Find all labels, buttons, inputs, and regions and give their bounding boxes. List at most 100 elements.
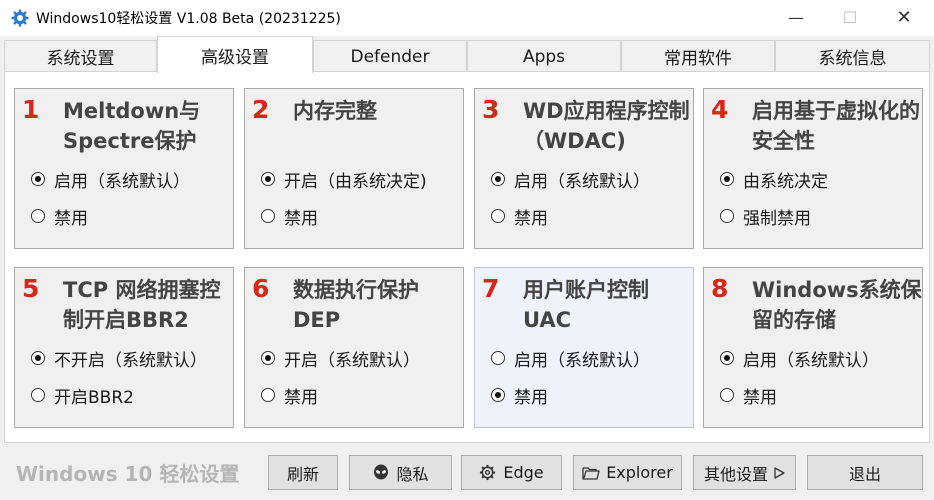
group-title: Meltdown与Spectre保护 <box>63 99 201 153</box>
button-label: 隐私 <box>396 464 429 484</box>
radio-selected-icon[interactable] <box>720 351 734 365</box>
other-settings-button[interactable]: 其他设置 <box>693 455 796 490</box>
tab-common-software[interactable]: 常用软件 <box>621 40 775 72</box>
tab-system-info[interactable]: 系统信息 <box>775 40 930 72</box>
option-system-decide[interactable]: 由系统决定 <box>720 167 828 192</box>
group-number: 3 <box>482 95 500 124</box>
refresh-button[interactable]: 刷新 <box>268 455 338 490</box>
radio-selected-icon[interactable] <box>491 172 505 186</box>
radio-selected-icon[interactable] <box>261 351 275 365</box>
group-number: 8 <box>711 274 729 303</box>
gear-icon <box>480 464 496 481</box>
privacy-button[interactable]: 隐私 <box>349 455 452 490</box>
group-title: TCP 网络拥塞控制开启BBR2 <box>63 278 221 332</box>
radio-unselected-icon[interactable] <box>261 209 275 223</box>
radio-unselected-icon[interactable] <box>31 388 45 402</box>
option-disable[interactable]: 禁用 <box>491 204 548 229</box>
group-title: 内存完整 <box>293 99 377 123</box>
button-label: Explorer <box>606 463 673 482</box>
option-label: 启用（系统默认） <box>743 350 879 371</box>
radio-unselected-icon[interactable] <box>261 388 275 402</box>
option-disable-bbr2[interactable]: 不开启（系统默认） <box>31 346 207 371</box>
option-label: 开启（系统默认） <box>284 350 420 371</box>
option-label: 开启BBR2 <box>54 387 134 408</box>
folder-icon <box>582 466 600 480</box>
option-label: 强制禁用 <box>743 208 811 229</box>
option-enable-bbr2[interactable]: 开启BBR2 <box>31 383 134 408</box>
option-label: 禁用 <box>514 387 548 408</box>
option-label: 启用（系统默认） <box>514 350 650 371</box>
edge-button[interactable]: Edge <box>461 455 562 490</box>
radio-unselected-icon[interactable] <box>491 209 505 223</box>
option-label: 开启（由系统决定) <box>284 171 427 192</box>
option-label: 禁用 <box>54 208 88 229</box>
group-number: 6 <box>252 274 270 303</box>
group-dep: 6 数据执行保护DEP 开启（系统默认） 禁用 <box>244 267 464 428</box>
tab-system-settings[interactable]: 系统设置 <box>4 40 157 72</box>
radio-selected-icon[interactable] <box>31 351 45 365</box>
close-button[interactable]: ✕ <box>881 0 927 34</box>
button-label: 其他设置 <box>703 464 768 484</box>
exit-button[interactable]: 退出 <box>807 455 923 490</box>
brand-label: Windows 10 轻松设置 <box>16 462 240 486</box>
minimize-button[interactable]: — <box>773 0 819 34</box>
radio-unselected-icon[interactable] <box>720 209 734 223</box>
tab-apps[interactable]: Apps <box>467 40 621 72</box>
group-memory-integrity: 2 内存完整 开启（由系统决定) 禁用 <box>244 88 464 249</box>
play-arrow-icon <box>774 466 785 479</box>
option-enable[interactable]: 启用（系统默认） <box>31 167 190 192</box>
radio-unselected-icon[interactable] <box>31 209 45 223</box>
group-meltdown-spectre: 1 Meltdown与Spectre保护 启用（系统默认） 禁用 <box>14 88 234 249</box>
option-disable[interactable]: 禁用 <box>491 383 548 408</box>
option-label: 禁用 <box>743 387 777 408</box>
footer-bar: Windows 10 轻松设置 刷新 隐私 Edge Explorer 其他设置… <box>0 443 934 500</box>
group-number: 1 <box>22 95 40 124</box>
radio-selected-icon[interactable] <box>31 172 45 186</box>
app-gear-icon <box>11 9 29 27</box>
option-label: 启用（系统默认） <box>514 171 650 192</box>
option-force-disable[interactable]: 强制禁用 <box>720 204 811 229</box>
group-title: 用户账户控制UAC <box>523 278 649 332</box>
group-reserved-storage: 8 Windows系统保留的存储 启用（系统默认） 禁用 <box>703 267 923 428</box>
group-title: Windows系统保留的存储 <box>752 278 922 332</box>
option-disable[interactable]: 禁用 <box>261 204 318 229</box>
radio-selected-icon[interactable] <box>720 172 734 186</box>
tab-advanced-settings[interactable]: 高级设置 <box>157 36 313 73</box>
group-number: 7 <box>482 274 500 303</box>
alien-icon <box>374 464 389 479</box>
window-title: Windows10轻松设置 V1.08 Beta (20231225) <box>36 11 341 27</box>
group-wdac: 3 WD应用程序控制（WDAC) 启用（系统默认） 禁用 <box>474 88 694 249</box>
tab-bar: 系统设置 高级设置 Defender Apps 常用软件 系统信息 <box>4 36 930 73</box>
title-bar: Windows10轻松设置 V1.08 Beta (20231225) — ☐ … <box>0 0 934 36</box>
group-title: 启用基于虚拟化的安全性 <box>752 99 920 153</box>
option-enable[interactable]: 开启（系统默认） <box>261 346 420 371</box>
option-enable[interactable]: 启用（系统默认） <box>491 167 650 192</box>
group-number: 4 <box>711 95 729 124</box>
option-label: 禁用 <box>514 208 548 229</box>
tab-defender[interactable]: Defender <box>313 40 467 72</box>
group-tcp-bbr2: 5 TCP 网络拥塞控制开启BBR2 不开启（系统默认） 开启BBR2 <box>14 267 234 428</box>
option-enable[interactable]: 启用（系统默认） <box>720 346 879 371</box>
button-label: 退出 <box>848 464 881 484</box>
option-label: 不开启（系统默认） <box>54 350 207 371</box>
radio-selected-icon[interactable] <box>491 388 505 402</box>
option-disable[interactable]: 禁用 <box>261 383 318 408</box>
advanced-settings-panel: 1 Meltdown与Spectre保护 启用（系统默认） 禁用 2 内存完整 … <box>4 71 930 443</box>
radio-unselected-icon[interactable] <box>491 351 505 365</box>
option-enable[interactable]: 开启（由系统决定) <box>261 167 427 192</box>
group-number: 5 <box>22 274 40 303</box>
button-label: Edge <box>503 463 544 482</box>
option-label: 启用（系统默认） <box>54 171 190 192</box>
option-disable[interactable]: 禁用 <box>31 204 88 229</box>
group-title: 数据执行保护DEP <box>293 278 419 332</box>
option-label: 禁用 <box>284 387 318 408</box>
radio-unselected-icon[interactable] <box>720 388 734 402</box>
option-disable[interactable]: 禁用 <box>720 383 777 408</box>
radio-selected-icon[interactable] <box>261 172 275 186</box>
option-label: 由系统决定 <box>743 171 828 192</box>
group-number: 2 <box>252 95 270 124</box>
explorer-button[interactable]: Explorer <box>573 455 682 490</box>
option-enable[interactable]: 启用（系统默认） <box>491 346 650 371</box>
group-vbs: 4 启用基于虚拟化的安全性 由系统决定 强制禁用 <box>703 88 923 249</box>
maximize-button[interactable]: ☐ <box>827 0 873 34</box>
